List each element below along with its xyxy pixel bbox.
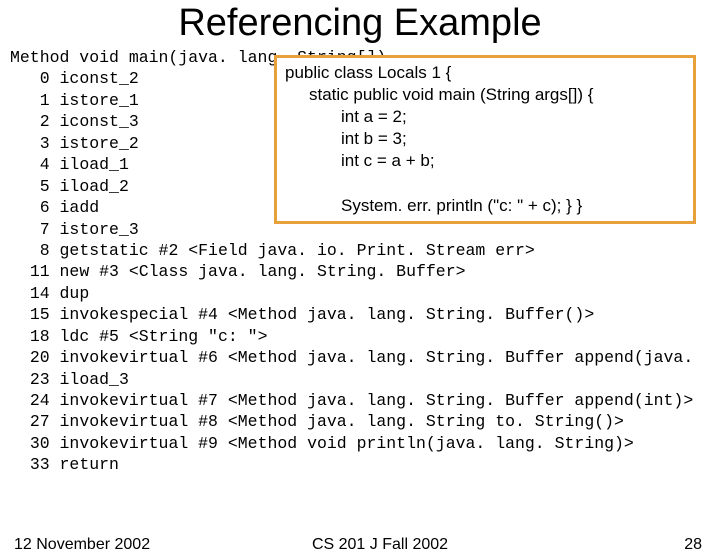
bytecode-line: 6 iadd bbox=[10, 198, 99, 217]
bytecode-line: 11 new #3 <Class java. lang. String. Buf… bbox=[10, 262, 466, 281]
footer-course: CS 201 J Fall 2002 bbox=[312, 536, 448, 554]
bytecode-line: 24 invokevirtual #7 <Method java. lang. … bbox=[10, 391, 693, 410]
source-line: int b = 3; bbox=[341, 128, 685, 150]
bytecode-line: 33 return bbox=[10, 455, 119, 474]
bytecode-line: 3 istore_2 bbox=[10, 134, 139, 153]
bytecode-line: 30 invokevirtual #9 <Method void println… bbox=[10, 434, 634, 453]
bytecode-line: 7 istore_3 bbox=[10, 220, 139, 239]
slide-title: Referencing Example bbox=[0, 2, 720, 45]
source-line: int a = 2; bbox=[341, 106, 685, 128]
bytecode-line: 23 iload_3 bbox=[10, 370, 129, 389]
bytecode-line: 20 invokevirtual #6 <Method java. lang. … bbox=[10, 348, 693, 367]
bytecode-line: 8 getstatic #2 <Field java. io. Print. S… bbox=[10, 241, 535, 260]
bytecode-line: 5 iload_2 bbox=[10, 177, 129, 196]
bytecode-line: 1 istore_1 bbox=[10, 91, 139, 110]
source-line: int c = a + b; bbox=[341, 150, 685, 172]
bytecode-line: 2 iconst_3 bbox=[10, 112, 139, 131]
source-line: public class Locals 1 { bbox=[285, 62, 685, 84]
bytecode-line: 15 invokespecial #4 <Method java. lang. … bbox=[10, 305, 594, 324]
source-code-box: public class Locals 1 { static public vo… bbox=[274, 55, 696, 224]
footer-page: 28 bbox=[684, 536, 702, 554]
bytecode-line: 18 ldc #5 <String "c: "> bbox=[10, 327, 267, 346]
bytecode-line: 27 invokevirtual #8 <Method java. lang. … bbox=[10, 412, 624, 431]
source-line: static public void main (String args[]) … bbox=[309, 84, 685, 106]
source-line: System. err. println ("c: " + c); } } bbox=[341, 195, 685, 217]
bytecode-line: 14 dup bbox=[10, 284, 89, 303]
bytecode-line: 0 iconst_2 bbox=[10, 69, 139, 88]
bytecode-line: 4 iload_1 bbox=[10, 155, 129, 174]
